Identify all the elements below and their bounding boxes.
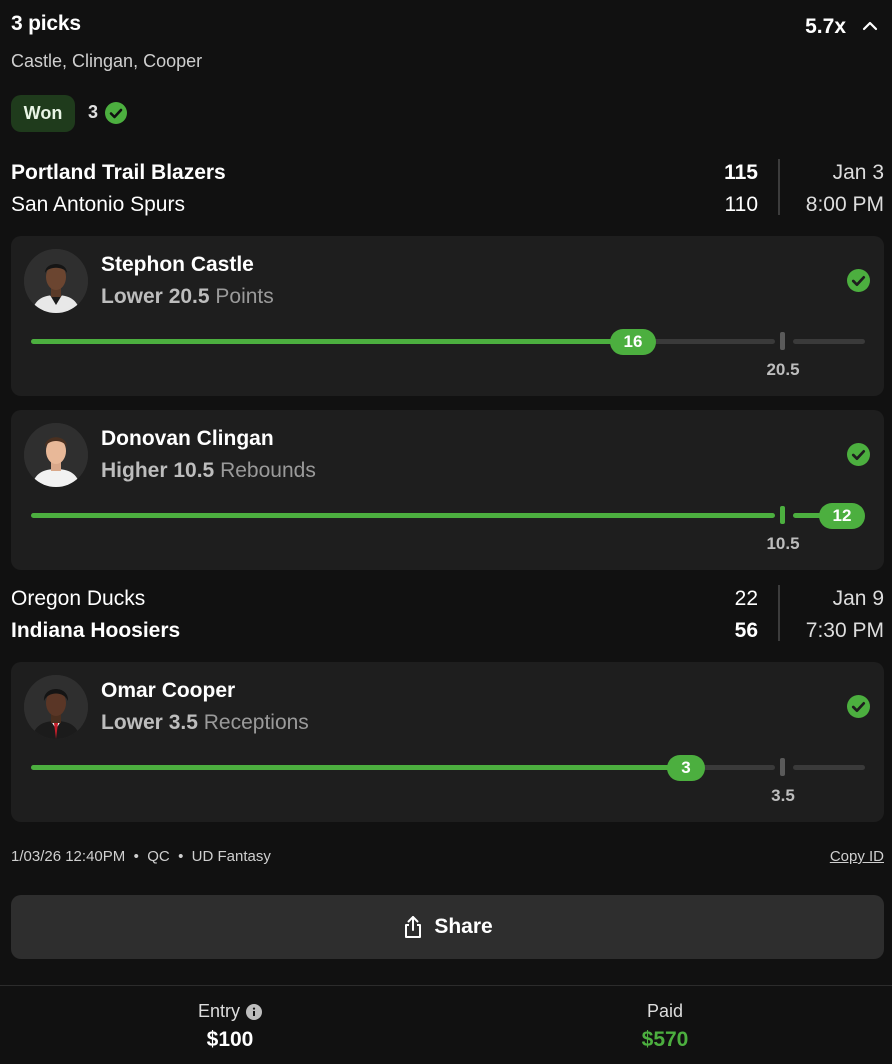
pick-line-value: 20.5 — [168, 285, 210, 308]
pick-direction: Higher — [101, 459, 168, 482]
team-score: 22 — [734, 587, 758, 610]
player-photo-icon — [24, 423, 88, 487]
player-name: Donovan Clingan — [101, 427, 274, 450]
status-badge: Won — [11, 95, 75, 132]
game-time: 8:00 PM — [805, 193, 884, 216]
result-pill: 16 — [610, 329, 656, 355]
entry-location: QC — [147, 848, 170, 865]
player-photo-icon — [24, 675, 88, 739]
paid-label: Paid — [646, 1001, 684, 1021]
game-row: Oregon Ducks Indiana Hoosiers 22 56 Jan … — [11, 583, 884, 647]
share-button[interactable]: Share — [11, 895, 884, 959]
game-date: Jan 9 — [832, 587, 884, 610]
team-score: 56 — [734, 619, 758, 642]
paid-summary: Paid $570 — [515, 1001, 815, 1052]
pick-stat: Rebounds — [220, 459, 316, 482]
team-score: 115 — [724, 161, 758, 184]
check-circle-icon — [847, 269, 870, 292]
separator: • — [133, 848, 139, 865]
pick-line: Lower 3.5 Receptions — [101, 711, 309, 735]
avatar — [24, 249, 88, 313]
pick-stat: Points — [215, 285, 274, 308]
entry-amount: $100 — [206, 1028, 254, 1051]
chevron-up-icon[interactable] — [862, 20, 878, 32]
result-pill: 3 — [667, 755, 705, 781]
pick-direction: Lower — [101, 711, 163, 734]
result-pill: 12 — [819, 503, 865, 529]
progress-track — [793, 765, 865, 770]
line-label: 10.5 — [766, 534, 800, 553]
pick-stat: Receptions — [203, 711, 309, 734]
won-count: 3 — [88, 102, 99, 122]
share-icon — [405, 916, 422, 938]
team-name: Portland Trail Blazers — [11, 161, 226, 184]
divider — [778, 159, 780, 215]
entry-product: UD Fantasy — [191, 848, 271, 865]
paid-amount: $570 — [641, 1028, 689, 1051]
payout-multiplier: 5.7x — [805, 15, 846, 38]
player-photo-icon — [24, 249, 88, 313]
line-label: 3.5 — [771, 786, 795, 805]
entry-meta: 1/03/26 12:40PM • QC • UD Fantasy — [11, 848, 271, 865]
progress-fill — [31, 339, 641, 344]
entry-summary: Entry $100 — [80, 1001, 380, 1052]
line-marker — [780, 332, 785, 350]
player-name: Omar Cooper — [101, 679, 236, 702]
progress-fill — [31, 513, 775, 518]
line-marker — [780, 506, 785, 524]
copy-id-link[interactable]: Copy ID — [830, 848, 884, 865]
pick-card[interactable]: Omar Cooper Lower 3.5 Receptions 3 3.5 — [11, 662, 884, 822]
pick-line: Higher 10.5 Rebounds — [101, 459, 316, 483]
game-time: 7:30 PM — [805, 619, 884, 642]
team-name: Oregon Ducks — [11, 587, 146, 610]
share-label: Share — [434, 915, 493, 938]
info-icon[interactable] — [246, 1003, 262, 1020]
pick-card[interactable]: Stephon Castle Lower 20.5 Points 16 20.5 — [11, 236, 884, 396]
pick-line-value: 10.5 — [173, 459, 215, 482]
pick-line: Lower 20.5 Points — [101, 285, 274, 309]
team-name: San Antonio Spurs — [11, 193, 185, 216]
divider — [778, 585, 780, 641]
game-row: Portland Trail Blazers San Antonio Spurs… — [11, 157, 884, 221]
check-circle-icon — [847, 695, 870, 718]
entry-label-row: Entry — [80, 1001, 380, 1022]
pick-card[interactable]: Donovan Clingan Higher 10.5 Rebounds 12 … — [11, 410, 884, 570]
picks-title: 3 picks — [11, 12, 81, 35]
entry-label: Entry — [197, 1001, 240, 1021]
pick-direction: Lower — [101, 285, 163, 308]
check-circle-icon — [105, 102, 127, 124]
pick-line-value: 3.5 — [168, 711, 198, 734]
team-name: Indiana Hoosiers — [11, 619, 181, 642]
separator: • — [178, 848, 184, 865]
progress-fill — [31, 765, 699, 770]
avatar — [24, 675, 88, 739]
players-summary: Castle, Clingan, Cooper — [11, 51, 203, 71]
check-circle-icon — [847, 443, 870, 466]
player-name: Stephon Castle — [101, 253, 254, 276]
avatar — [24, 423, 88, 487]
game-date: Jan 3 — [832, 161, 884, 184]
entry-timestamp: 1/03/26 12:40PM — [11, 848, 126, 865]
line-label: 20.5 — [766, 360, 800, 379]
team-score: 110 — [724, 193, 758, 216]
line-marker — [780, 758, 785, 776]
divider — [0, 985, 892, 986]
progress-track — [793, 339, 865, 344]
